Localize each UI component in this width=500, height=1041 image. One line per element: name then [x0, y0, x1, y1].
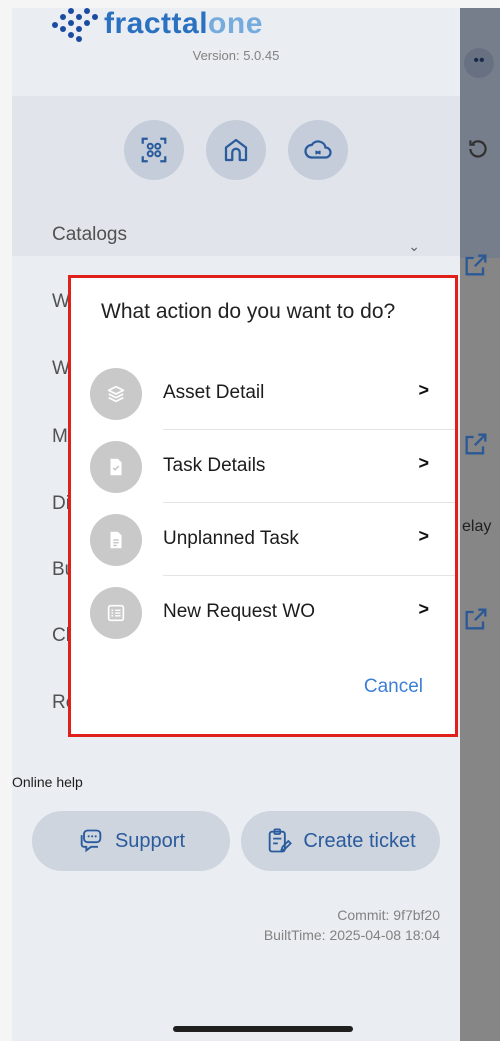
option-label: Unplanned Task: [163, 528, 299, 549]
divider: [163, 502, 455, 503]
option-asset-detail[interactable]: Asset Detail >: [71, 358, 455, 430]
cancel-button[interactable]: Cancel: [364, 676, 423, 698]
chevron-right-icon: >: [418, 599, 429, 619]
option-unplanned-task[interactable]: Unplanned Task >: [71, 504, 455, 576]
chevron-right-icon: >: [418, 453, 429, 473]
chevron-right-icon: >: [418, 380, 429, 400]
option-label: Asset Detail: [163, 382, 265, 403]
divider: [163, 429, 455, 430]
layers-icon: [90, 368, 142, 420]
chevron-right-icon: >: [418, 526, 429, 546]
option-label: Task Details: [163, 455, 266, 476]
divider: [163, 575, 455, 576]
option-new-request-wo[interactable]: New Request WO >: [71, 577, 455, 649]
dialog-title: What action do you want to do?: [101, 300, 396, 323]
list-icon: [90, 587, 142, 639]
document-icon: [90, 514, 142, 566]
option-task-details[interactable]: Task Details >: [71, 431, 455, 503]
action-dialog: What action do you want to do? Asset Det…: [68, 275, 458, 737]
task-doc-icon: [90, 441, 142, 493]
option-label: New Request WO: [163, 601, 316, 622]
